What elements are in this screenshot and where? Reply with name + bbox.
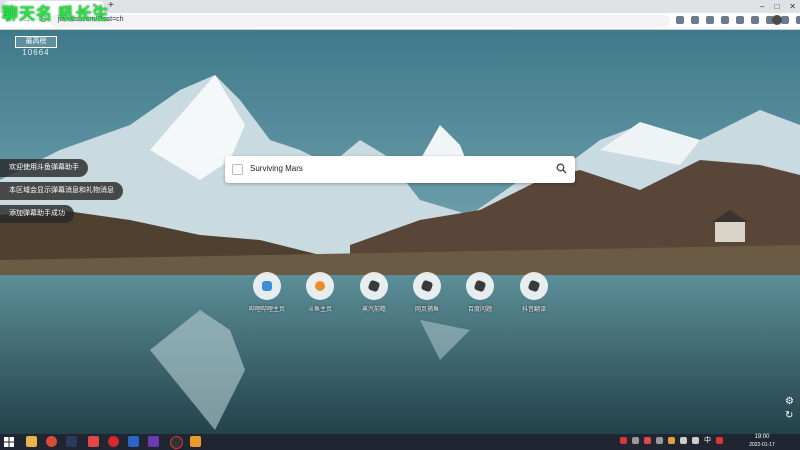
tray-icon[interactable] <box>656 437 663 444</box>
shortcut-label: 蒸汽前瞻 <box>361 307 386 313</box>
extension-icon[interactable] <box>706 16 714 24</box>
search-engine-icon[interactable] <box>232 164 243 175</box>
shortcut-label: 百度问题 <box>467 307 492 313</box>
tray-icon[interactable] <box>716 437 723 444</box>
settings-gear-icon[interactable]: ⚙ <box>785 396 794 407</box>
tray-icon[interactable] <box>620 437 627 444</box>
extension-icon[interactable] <box>676 16 684 24</box>
notification-toast: 添加弹幕助手成功 <box>0 205 74 223</box>
close-window-button[interactable]: ✕ <box>789 2 796 11</box>
profile-avatar[interactable] <box>772 15 782 25</box>
system-tray: 中 <box>620 437 723 444</box>
maximize-button[interactable]: □ <box>774 2 779 11</box>
shortcut-tile[interactable]: 哔哩哔哩主页 <box>237 272 297 313</box>
shortcut-label: 斗鱼主页 <box>307 307 332 313</box>
shortcut-circle <box>520 272 548 300</box>
shortcut-tile[interactable]: 蒸汽前瞻 <box>344 272 404 313</box>
douyu-icon <box>315 281 325 291</box>
app-icon[interactable] <box>128 436 139 447</box>
shortcut-tile[interactable]: 斗鱼主页 <box>290 272 350 313</box>
minimize-button[interactable]: – <box>760 2 764 11</box>
address-bar[interactable] <box>50 15 670 27</box>
bilibili-icon <box>262 281 272 291</box>
shortcut-label: 抖音翻译 <box>521 307 546 313</box>
link-icon <box>420 279 434 293</box>
extension-icon[interactable] <box>736 16 744 24</box>
extension-icon[interactable] <box>751 16 759 24</box>
notification-toast: 本区域会显示弹幕消息和礼物消息 <box>0 182 123 200</box>
window-controls: – □ ✕ <box>760 0 796 13</box>
clock-time[interactable]: 19:00 <box>750 434 774 440</box>
shortcut-circle <box>466 272 494 300</box>
tray-icon[interactable] <box>644 437 651 444</box>
tray-icon[interactable] <box>632 437 639 444</box>
tray-icon[interactable] <box>680 437 687 444</box>
windows-start-icon[interactable] <box>4 437 14 447</box>
shortcut-circle <box>253 272 281 300</box>
link-icon <box>473 279 487 293</box>
shortcut-circle <box>306 272 334 300</box>
speaker-icon[interactable] <box>692 437 699 444</box>
streamer-name-overlay: 聊天名 吼长生 <box>2 6 110 23</box>
extension-icon[interactable] <box>721 16 729 24</box>
search-input[interactable]: Surviving Mars <box>250 164 303 173</box>
app-icon[interactable] <box>190 436 201 447</box>
room-label: 最高榜 <box>25 38 47 45</box>
extension-icon[interactable] <box>796 16 800 24</box>
app-icon[interactable] <box>148 436 159 447</box>
search-icon[interactable] <box>556 163 567 174</box>
clock-date[interactable]: 2022-01-17 <box>742 442 782 448</box>
tray-icon[interactable] <box>668 437 675 444</box>
notification-toast: 欢迎使用斗鱼弹幕助手 <box>0 159 88 177</box>
shortcut-label: 哔哩哔哩主页 <box>248 307 285 313</box>
tab-strip <box>0 0 800 13</box>
file-explorer-icon[interactable] <box>26 436 37 447</box>
link-icon <box>367 279 381 293</box>
ime-indicator[interactable]: 中 <box>704 437 711 444</box>
app-icon[interactable] <box>88 436 99 447</box>
shortcut-circle <box>360 272 388 300</box>
room-number: 10664 <box>22 48 50 57</box>
chrome-icon[interactable] <box>46 436 57 447</box>
wallpaper-mountain-lake <box>0 30 800 434</box>
extension-icon[interactable] <box>781 16 789 24</box>
shortcut-circle <box>413 272 441 300</box>
link-icon <box>527 279 541 293</box>
shortcut-tile[interactable]: 网页捕鱼 <box>397 272 457 313</box>
shortcut-tile[interactable]: 百度问题 <box>450 272 510 313</box>
obs-icon[interactable] <box>170 436 183 449</box>
app-icon[interactable] <box>108 436 119 447</box>
shortcut-label: 网页捕鱼 <box>414 307 439 313</box>
refresh-wallpaper-icon[interactable]: ↻ <box>785 410 793 421</box>
steam-icon[interactable] <box>66 436 77 447</box>
shortcut-tile[interactable]: 抖音翻译 <box>504 272 564 313</box>
extension-icon[interactable] <box>691 16 699 24</box>
